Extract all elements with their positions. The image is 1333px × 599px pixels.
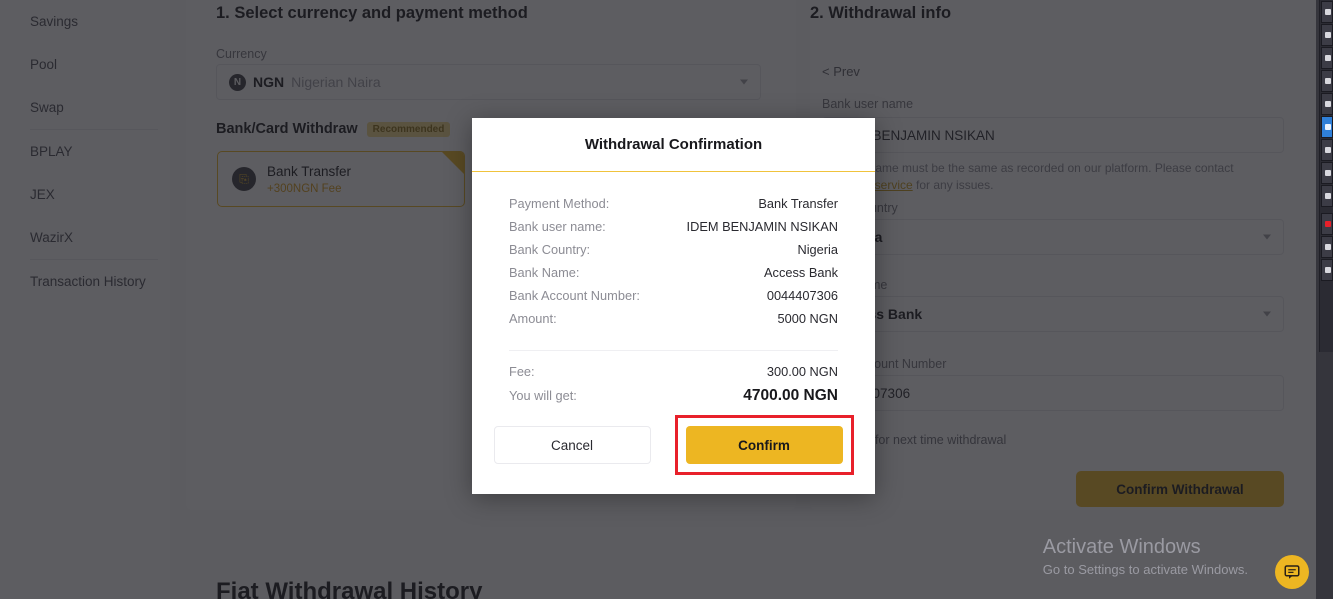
total-value: 4700.00 NGN (743, 387, 838, 404)
app-icon-6[interactable] (1321, 139, 1333, 161)
row-label: Payment Method: (509, 196, 610, 211)
app-icon-active[interactable] (1321, 116, 1333, 138)
row-value: IDEM BENJAMIN NSIKAN (686, 219, 838, 234)
row-value: 5000 NGN (777, 311, 838, 326)
app-glyph-icon (1325, 124, 1331, 130)
modal-body: Payment Method: Bank Transfer Bank user … (472, 172, 875, 414)
chat-bubble-button[interactable] (1275, 555, 1309, 589)
taskbar-icon-list (1319, 0, 1333, 352)
app-icon-10[interactable] (1321, 259, 1333, 281)
watermark-subtitle: Go to Settings to activate Windows. (1042, 562, 1248, 577)
app-glyph-icon (1325, 32, 1331, 38)
app-icon-1[interactable] (1321, 1, 1333, 23)
modal-row: Payment Method: Bank Transfer (509, 196, 838, 219)
app-glyph-icon (1325, 55, 1331, 61)
app-icon-8[interactable] (1321, 185, 1333, 207)
modal-title: Withdrawal Confirmation (472, 118, 875, 172)
app-glyph-icon (1325, 267, 1331, 273)
chat-bubble-icon (1284, 565, 1300, 579)
app-glyph-icon (1325, 244, 1331, 250)
app-icon-2[interactable] (1321, 24, 1333, 46)
app-icon-record[interactable] (1321, 213, 1333, 235)
total-label: You will get: (509, 388, 577, 403)
row-label: Amount: (509, 311, 557, 326)
modal-row: Bank Account Number: 0044407306 (509, 288, 838, 311)
row-value: Access Bank (764, 265, 838, 280)
confirm-button[interactable]: Confirm (685, 426, 843, 464)
app-glyph-icon (1325, 101, 1331, 107)
app-icon-5[interactable] (1321, 93, 1333, 115)
app-glyph-icon (1325, 9, 1331, 15)
modal-row: Bank Name: Access Bank (509, 265, 838, 288)
app-glyph-icon (1325, 147, 1331, 153)
cancel-button[interactable]: Cancel (493, 426, 651, 464)
confirm-button-highlight: Confirm (674, 415, 854, 475)
app-glyph-icon (1325, 193, 1331, 199)
app-glyph-icon (1325, 170, 1331, 176)
row-label: Bank Country: (509, 242, 591, 257)
withdrawal-confirmation-modal: Withdrawal Confirmation Payment Method: … (472, 118, 875, 494)
fee-value: 300.00 NGN (766, 364, 838, 379)
modal-row: Bank Country: Nigeria (509, 242, 838, 265)
row-label: Bank Account Number: (509, 288, 640, 303)
app-icon-3[interactable] (1321, 47, 1333, 69)
row-value: Bank Transfer (758, 196, 838, 211)
record-glyph-icon (1325, 221, 1331, 227)
fee-row: Fee: 300.00 NGN (509, 364, 838, 387)
row-label: Bank user name: (509, 219, 606, 234)
row-value: Nigeria (797, 242, 838, 257)
modal-actions: Cancel Confirm (472, 415, 875, 475)
app-icon-4[interactable] (1321, 70, 1333, 92)
taskbar-spacer (1320, 208, 1333, 212)
app-icon-7[interactable] (1321, 162, 1333, 184)
modal-divider (509, 350, 838, 351)
app-icon-9[interactable] (1321, 236, 1333, 258)
app-glyph-icon (1325, 78, 1331, 84)
modal-row: Bank user name: IDEM BENJAMIN NSIKAN (509, 219, 838, 242)
watermark-title: Activate Windows (1042, 536, 1201, 558)
row-label: Bank Name: (509, 265, 580, 280)
row-value: 0044407306 (766, 288, 838, 303)
fee-label: Fee: (509, 364, 535, 379)
modal-row: Amount: 5000 NGN (509, 311, 838, 334)
windows-activation-watermark: Activate Windows Go to Settings to activ… (1043, 536, 1248, 577)
os-taskbar (1316, 0, 1333, 599)
total-row: You will get: 4700.00 NGN (509, 387, 838, 414)
